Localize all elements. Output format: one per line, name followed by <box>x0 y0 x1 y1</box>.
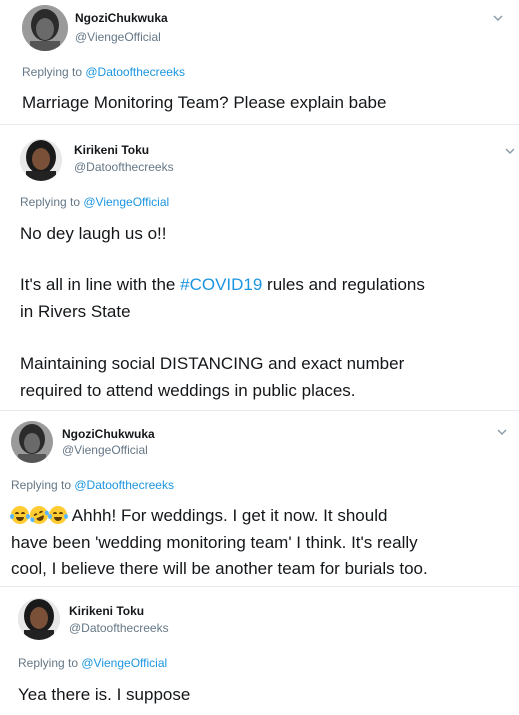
display-name[interactable]: Kirikeni Toku <box>69 604 144 618</box>
avatar[interactable] <box>11 421 53 463</box>
tweet-1: NgoziChukwuka @ViengeOfficial Replying t… <box>0 0 519 120</box>
tweet-2: Kirikeni Toku @Datoofthecreeks Replying … <box>0 125 519 407</box>
tweet-4: Kirikeni Toku @Datoofthecreeks Replying … <box>0 587 519 715</box>
tweet-text-line: cool, I believe there will be another te… <box>11 559 428 578</box>
mention-link[interactable]: @Datoofthecreeks <box>74 478 174 492</box>
tweet-text-line: required to attend weddings in public pl… <box>20 381 356 400</box>
text-fragment: rules and regulations <box>262 275 425 294</box>
tears-of-joy-emoji-icon <box>48 506 68 524</box>
avatar-photo-icon <box>18 598 60 640</box>
replying-label: Replying to <box>18 656 82 670</box>
text-fragment: It's all in line with the <box>20 275 181 294</box>
tears-of-joy-emoji-icon <box>10 506 30 524</box>
mention-link[interactable]: @Datoofthecreeks <box>85 65 185 79</box>
replying-label: Replying to <box>22 65 86 79</box>
tweet-text: Marriage Monitoring Team? Please explain… <box>22 93 387 112</box>
user-handle[interactable]: @ViengeOfficial <box>62 443 148 457</box>
replying-to: Replying to @Datoofthecreeks <box>11 478 174 492</box>
chevron-down-icon[interactable] <box>496 426 508 438</box>
hashtag-link[interactable]: #COVID19 <box>180 275 262 294</box>
replying-label: Replying to <box>11 478 75 492</box>
user-handle[interactable]: @Datoofthecreeks <box>74 160 174 174</box>
display-name[interactable]: Kirikeni Toku <box>74 143 149 157</box>
mention-link[interactable]: @ViengeOfficial <box>81 656 167 670</box>
replying-to: Replying to @ViengeOfficial <box>18 656 167 670</box>
replying-to: Replying to @Datoofthecreeks <box>22 65 185 79</box>
display-name[interactable]: NgoziChukwuka <box>62 427 155 441</box>
tweet-text-line: Ahhh! For weddings. I get it now. It sho… <box>10 503 388 528</box>
tweet-text-line: It's all in line with the #COVID19 rules… <box>20 273 425 297</box>
tweet-text: Yea there is. I suppose <box>18 685 191 704</box>
tweet-text-line: No dey laugh us o!! <box>20 224 167 243</box>
text-fragment: Ahhh! For weddings. I get it now. It sho… <box>71 506 388 525</box>
avatar-photo-icon <box>11 421 53 463</box>
display-name[interactable]: NgoziChukwuka <box>75 11 168 25</box>
avatar[interactable] <box>20 139 62 181</box>
tweet-text-line: Maintaining social DISTANCING and exact … <box>20 354 405 373</box>
chevron-down-icon[interactable] <box>504 145 516 157</box>
replying-to: Replying to @ViengeOfficial <box>20 195 169 209</box>
avatar-photo-icon <box>22 5 68 51</box>
tweet-text-line: have been 'wedding monitoring team' I th… <box>11 533 418 552</box>
user-handle[interactable]: @ViengeOfficial <box>75 30 161 44</box>
avatar-photo-icon <box>20 139 62 181</box>
tweet-3: NgoziChukwuka @ViengeOfficial Replying t… <box>0 411 519 583</box>
replying-label: Replying to <box>20 195 84 209</box>
avatar[interactable] <box>22 5 68 51</box>
mention-link[interactable]: @ViengeOfficial <box>83 195 169 209</box>
tweet-text-line: in Rivers State <box>20 302 131 321</box>
avatar[interactable] <box>18 598 60 640</box>
user-handle[interactable]: @Datoofthecreeks <box>69 621 169 635</box>
chevron-down-icon[interactable] <box>492 12 504 24</box>
